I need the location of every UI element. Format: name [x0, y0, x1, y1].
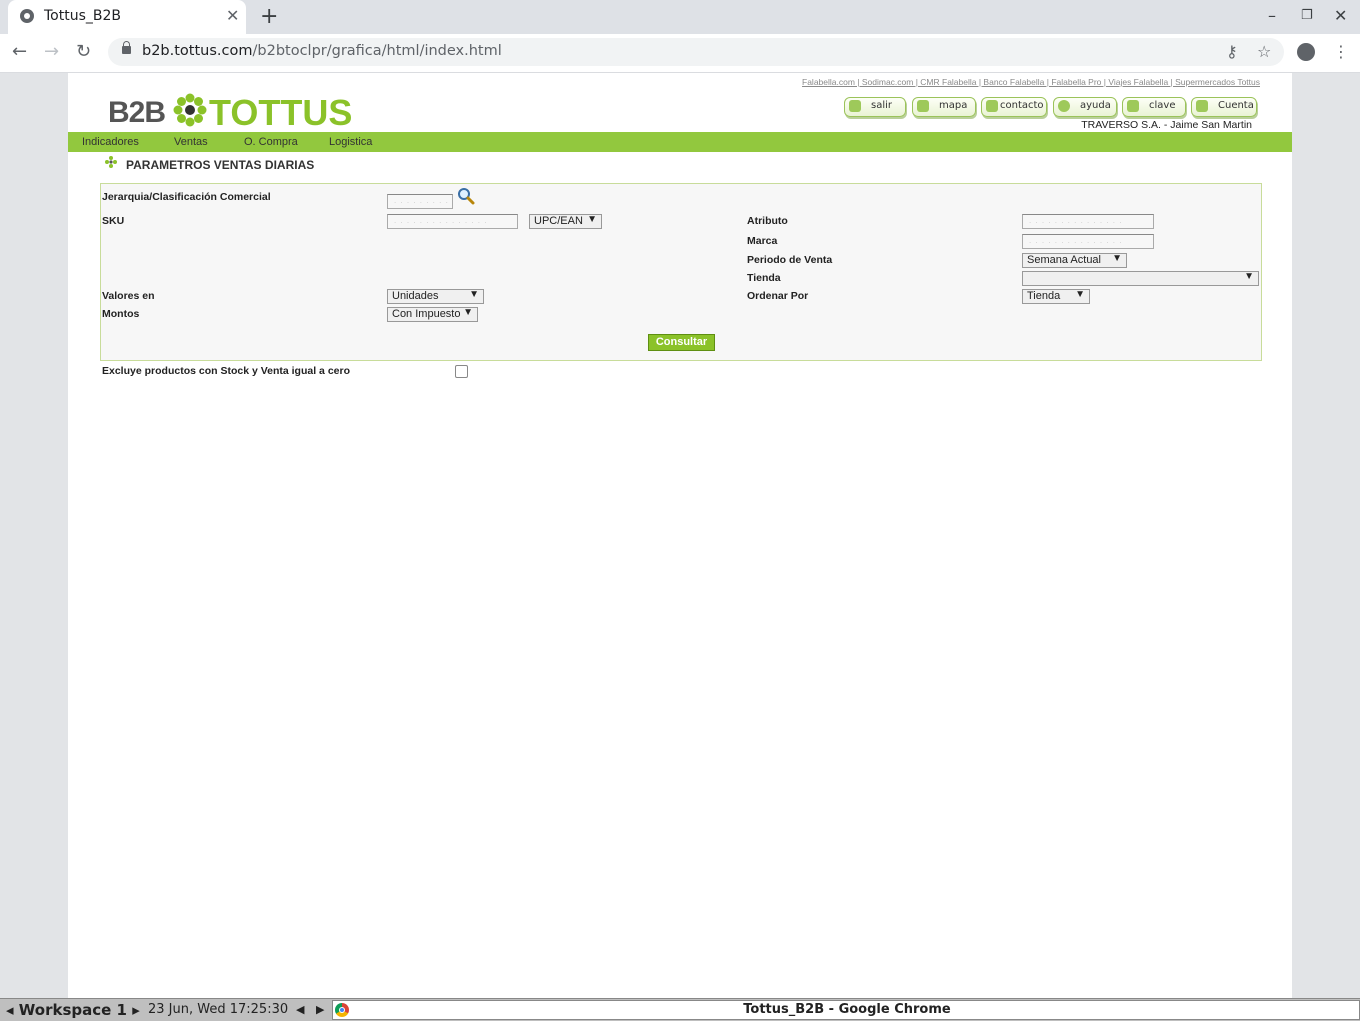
- globe-icon: [20, 9, 34, 23]
- clave-button[interactable]: clave: [1122, 97, 1186, 117]
- url-path: /b2btoclpr/grafica/html/index.html: [252, 43, 502, 59]
- profile-icon[interactable]: [1297, 43, 1315, 61]
- salir-button[interactable]: salir: [844, 97, 906, 117]
- flower-logo-icon: [173, 93, 207, 127]
- cuenta-label: Cuenta: [1218, 100, 1254, 111]
- mapa-button[interactable]: mapa: [912, 97, 976, 117]
- sku-input[interactable]: [387, 214, 518, 229]
- url-host: b2b.tottus.com: [142, 43, 253, 59]
- jerarquia-label: Jerarquia/Clasificación Comercial: [102, 191, 271, 203]
- forward-icon[interactable]: →: [44, 40, 59, 64]
- contacto-label: contacto: [1000, 100, 1044, 111]
- dropdown-arrow-icon: ▼: [1075, 289, 1085, 300]
- user-icon: [1196, 100, 1208, 112]
- jerarquia-input[interactable]: [387, 194, 453, 209]
- restore-icon[interactable]: ❐: [1301, 6, 1313, 26]
- excluye-label: Excluye productos con Stock y Venta igua…: [102, 365, 350, 377]
- back-icon[interactable]: ←: [12, 40, 27, 64]
- sku-type-select[interactable]: UPC/EAN ▼: [529, 214, 602, 229]
- dropdown-arrow-icon: ▼: [587, 214, 597, 225]
- dropdown-arrow-icon: ▼: [1112, 253, 1122, 264]
- partner-links[interactable]: Falabella.com | Sodimac.com | CMR Falabe…: [802, 77, 1260, 87]
- ayuda-label: ayuda: [1080, 100, 1111, 111]
- atributo-label: Atributo: [747, 215, 788, 227]
- ordenar-select[interactable]: Tienda ▼: [1022, 289, 1090, 304]
- contacto-button[interactable]: contacto: [981, 97, 1047, 117]
- section-title: PARAMETROS VENTAS DIARIAS: [126, 158, 315, 172]
- search-icon[interactable]: [457, 187, 475, 205]
- sku-label: SKU: [102, 215, 125, 227]
- ayuda-button[interactable]: ayuda: [1053, 97, 1117, 117]
- dropdown-arrow-icon: ▼: [1244, 271, 1254, 282]
- menu-indicadores[interactable]: Indicadores: [82, 136, 139, 148]
- tottus-logo: B2B TOTTUS: [108, 90, 358, 133]
- section-bullet-icon: [105, 156, 117, 168]
- menu-o-compra[interactable]: O. Compra: [244, 136, 298, 148]
- map-icon: [917, 100, 929, 112]
- mapa-label: mapa: [939, 100, 968, 111]
- periodo-select[interactable]: Semana Actual ▼: [1022, 253, 1127, 268]
- tienda-select[interactable]: ▼: [1022, 271, 1259, 286]
- close-window-icon[interactable]: ✕: [1334, 6, 1347, 26]
- montos-select[interactable]: Con Impuesto ▼: [387, 307, 478, 322]
- salir-label: salir: [871, 100, 893, 111]
- menu-logistica[interactable]: Logistica: [329, 136, 372, 148]
- chrome-icon: [335, 1003, 349, 1017]
- valores-value: Unidades: [392, 290, 439, 302]
- taskbar-window-item[interactable]: Tottus_B2B - Google Chrome: [332, 1000, 1360, 1020]
- user-info: TRAVERSO S.A. - Jaime San Martin: [1081, 119, 1252, 131]
- lock-icon[interactable]: [122, 41, 131, 54]
- clock: 23 Jun, Wed 17:25:30: [148, 1002, 289, 1017]
- main-menu: Indicadores Ventas O. Compra Logistica: [68, 132, 1292, 152]
- montos-label: Montos: [102, 308, 140, 320]
- star-icon[interactable]: ☆: [1257, 42, 1271, 62]
- periodo-value: Semana Actual: [1027, 254, 1101, 266]
- marca-label: Marca: [747, 235, 778, 247]
- taskbar-window-title: Tottus_B2B - Google Chrome: [743, 1002, 951, 1017]
- logo-b2b-text: B2B: [108, 96, 166, 129]
- page-content: Falabella.com | Sodimac.com | CMR Falabe…: [68, 73, 1292, 998]
- ordenar-label: Ordenar Por: [747, 290, 809, 302]
- key-icon[interactable]: ⚷: [1226, 42, 1238, 62]
- url-text[interactable]: b2b.tottus.com/b2btoclpr/grafica/html/in…: [142, 43, 502, 59]
- workspace-label: Workspace 1: [18, 1001, 127, 1019]
- new-tab-icon[interactable]: +: [260, 4, 278, 30]
- workspace-switcher[interactable]: ◂ Workspace 1 ▸: [6, 999, 140, 1021]
- dropdown-arrow-icon: ▼: [469, 289, 479, 300]
- valores-label: Valores en: [102, 290, 155, 302]
- tab-title: Tottus_B2B: [44, 8, 121, 24]
- dropdown-arrow-icon: ▼: [463, 307, 473, 318]
- exit-icon: [849, 100, 861, 112]
- atributo-input[interactable]: [1022, 214, 1154, 229]
- logo-tottus-text: TOTTUS: [209, 92, 353, 133]
- system-taskbar: ◂ Workspace 1 ▸ 23 Jun, Wed 17:25:30 ◀ ▶…: [0, 998, 1360, 1021]
- excluye-checkbox[interactable]: [455, 365, 468, 378]
- key-icon: [1127, 100, 1139, 112]
- montos-value: Con Impuesto: [392, 308, 461, 320]
- taskbar-next-icon[interactable]: ▶: [316, 999, 324, 1021]
- menu-dots-icon[interactable]: ⋮: [1333, 42, 1349, 62]
- tienda-label: Tienda: [747, 272, 781, 284]
- reload-icon[interactable]: ↻: [76, 40, 91, 64]
- menu-ventas[interactable]: Ventas: [174, 136, 208, 148]
- clave-label: clave: [1149, 100, 1176, 111]
- minimize-icon[interactable]: –: [1268, 6, 1276, 26]
- help-icon: [1058, 100, 1070, 112]
- marca-input[interactable]: [1022, 234, 1154, 249]
- valores-select[interactable]: Unidades ▼: [387, 289, 484, 304]
- sku-type-value: UPC/EAN: [534, 215, 583, 227]
- cuenta-button[interactable]: Cuenta: [1191, 97, 1257, 117]
- ordenar-value: Tienda: [1027, 290, 1061, 302]
- mail-icon: [986, 100, 998, 112]
- taskbar-prev-icon[interactable]: ◀: [296, 999, 304, 1021]
- close-tab-icon[interactable]: ✕: [226, 7, 239, 25]
- consultar-button[interactable]: Consultar: [648, 334, 715, 351]
- periodo-label: Periodo de Venta: [747, 254, 833, 266]
